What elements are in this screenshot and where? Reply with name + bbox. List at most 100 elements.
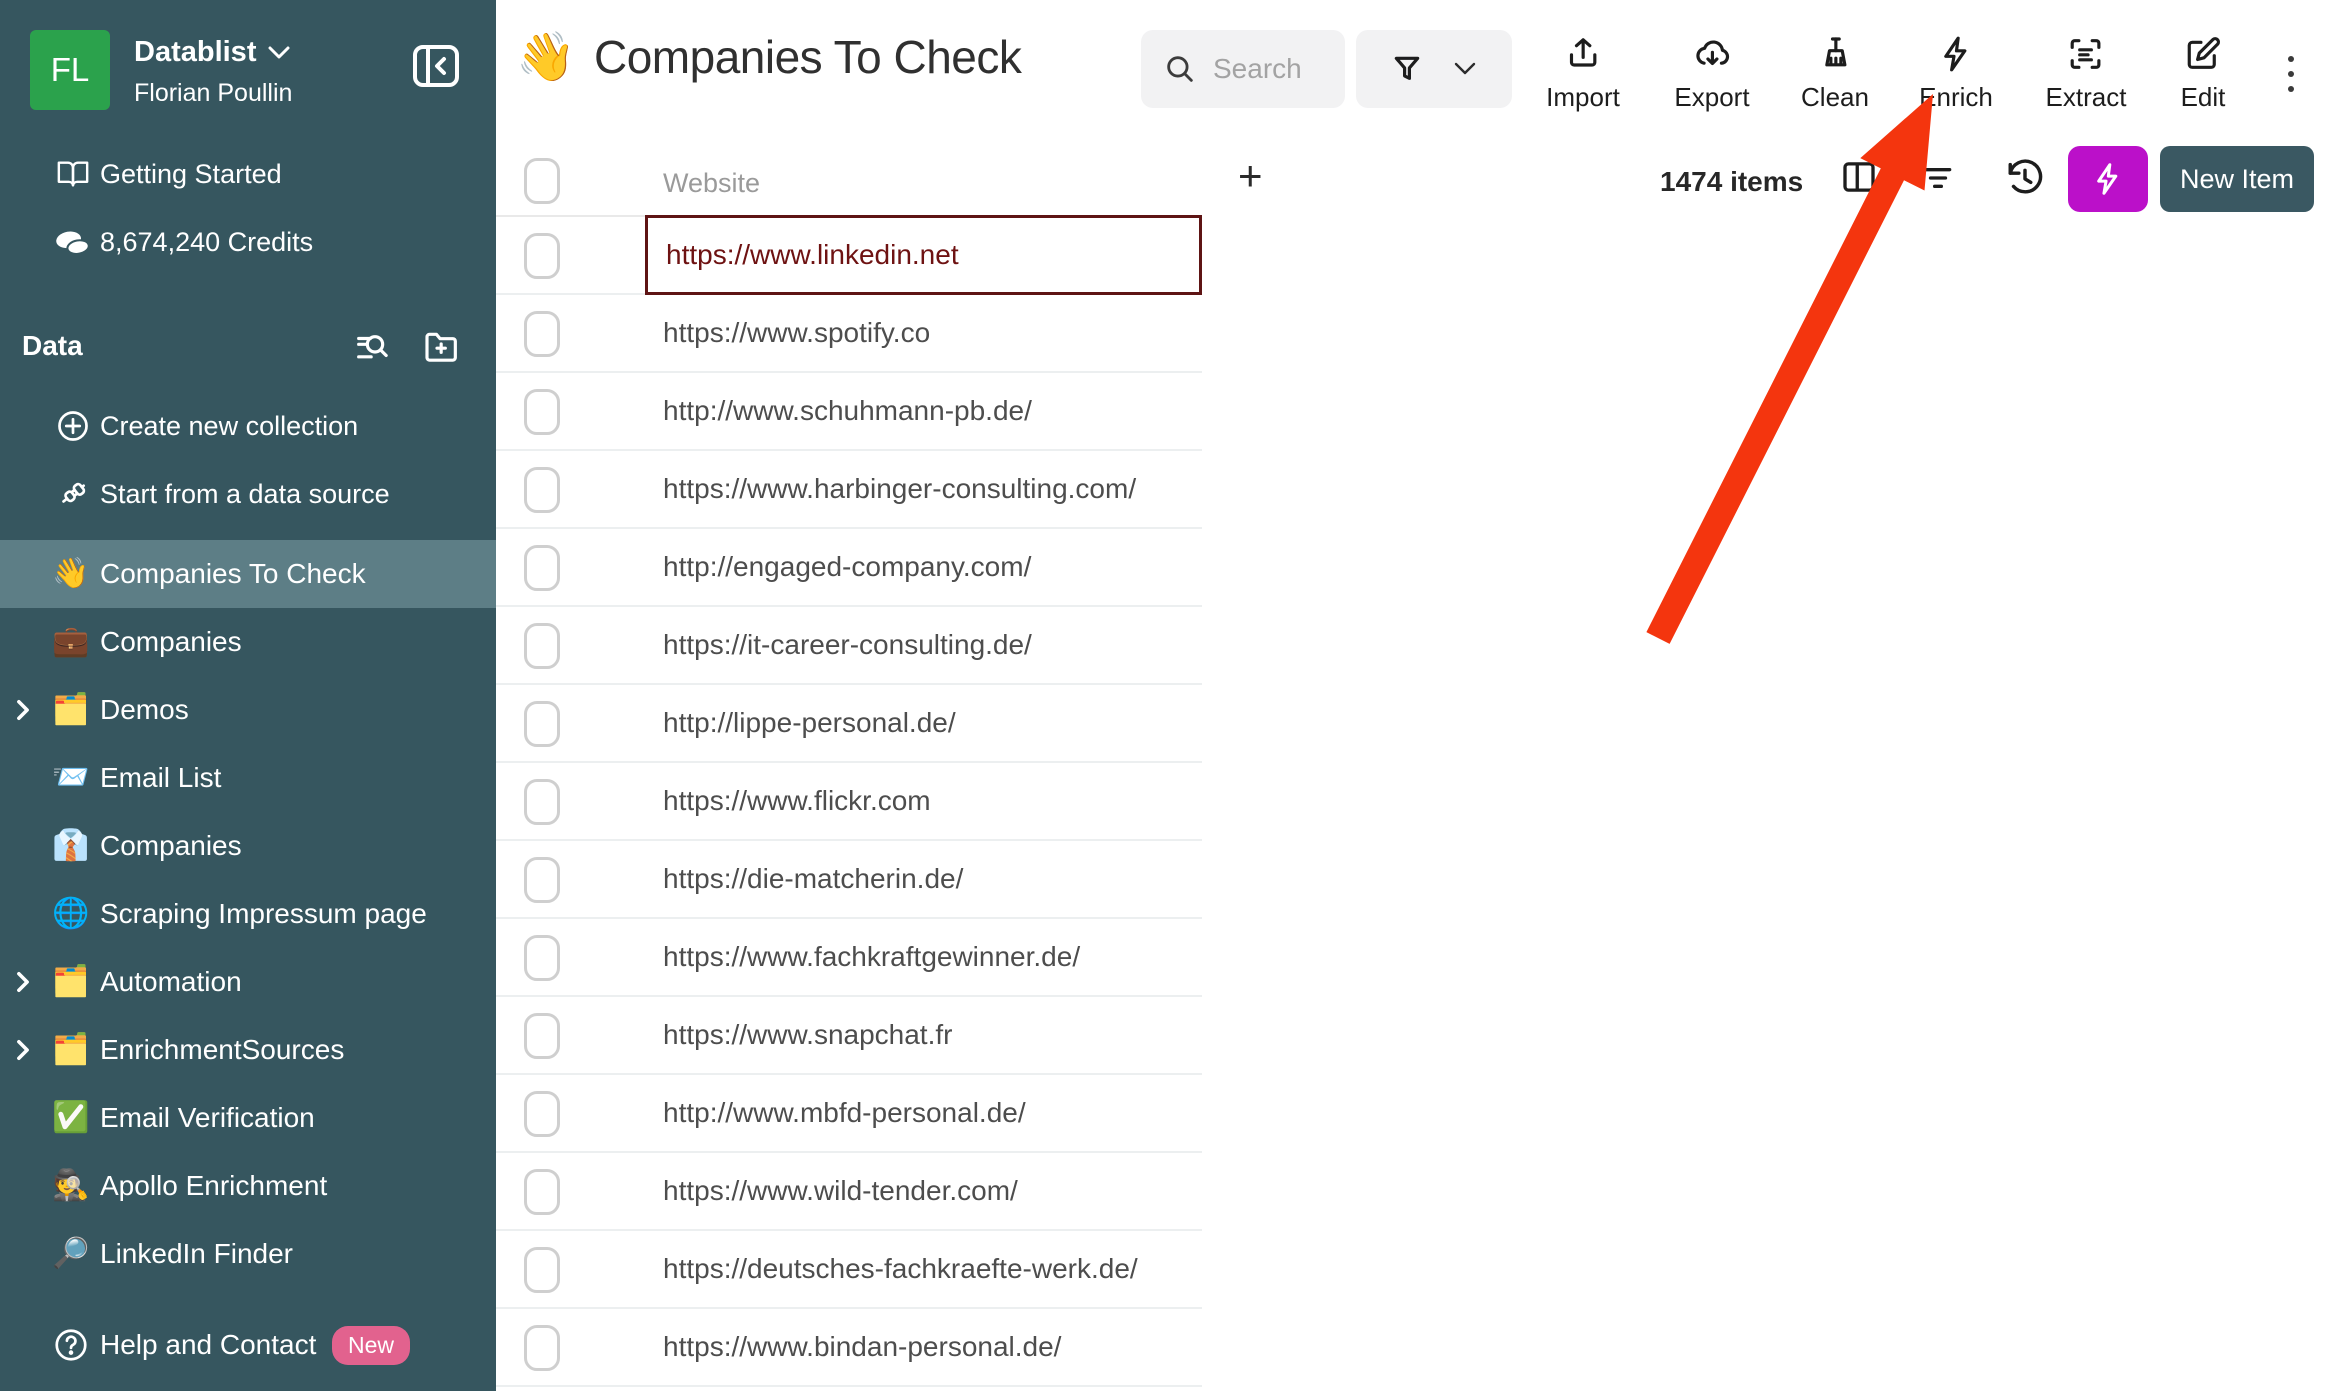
table-row: https://www.spotify.co <box>496 295 1202 373</box>
sidebar-item-email-verification[interactable]: ✅ Email Verification <box>0 1084 496 1152</box>
detective-emoji-icon: 🕵️ <box>52 1171 89 1201</box>
chevron-right-icon[interactable] <box>14 971 32 993</box>
table-row: https://www.snapchat.fr <box>496 997 1202 1075</box>
row-checkbox[interactable] <box>524 389 560 435</box>
question-circle-icon <box>52 1326 90 1364</box>
extract-button[interactable]: Extract <box>2046 34 2127 113</box>
website-cell[interactable]: https://deutsches-fachkraefte-werk.de/ <box>645 1231 1202 1307</box>
row-checkbox[interactable] <box>524 623 560 669</box>
website-cell[interactable]: http://www.schuhmann-pb.de/ <box>645 373 1202 449</box>
folder-tabs-emoji-icon: 🗂️ <box>52 695 89 725</box>
import-button[interactable]: Import <box>1546 34 1620 113</box>
website-cell[interactable]: https://www.bindan-personal.de/ <box>645 1309 1202 1385</box>
collection-label: Companies To Check <box>100 558 366 590</box>
sidebar-item-getting-started[interactable]: Getting Started <box>0 146 496 202</box>
row-checkbox[interactable] <box>524 1247 560 1293</box>
import-icon <box>1563 34 1603 74</box>
table-row: https://www.harbinger-consulting.com/ <box>496 451 1202 529</box>
columns-icon[interactable] <box>1838 156 1880 198</box>
website-cell[interactable]: https://www.spotify.co <box>645 295 1202 371</box>
website-cell[interactable]: http://lippe-personal.de/ <box>645 685 1202 761</box>
select-all-checkbox[interactable] <box>524 158 560 204</box>
history-icon[interactable] <box>2002 154 2048 200</box>
row-checkbox[interactable] <box>524 1325 560 1371</box>
row-checkbox[interactable] <box>524 1013 560 1059</box>
more-options-button[interactable] <box>2276 46 2306 102</box>
export-button[interactable]: Export <box>1674 34 1749 113</box>
website-cell[interactable]: http://www.mbfd-personal.de/ <box>645 1075 1202 1151</box>
clean-button[interactable]: Clean <box>1801 34 1869 113</box>
website-url: https://deutsches-fachkraefte-werk.de/ <box>663 1253 1138 1285</box>
row-checkbox[interactable] <box>524 779 560 825</box>
avatar-initials: FL <box>51 51 90 89</box>
row-checkbox[interactable] <box>524 1169 560 1215</box>
search-input[interactable] <box>1213 53 1333 85</box>
search-collections-icon[interactable] <box>352 326 392 366</box>
row-checkbox[interactable] <box>524 545 560 591</box>
row-checkbox[interactable] <box>524 701 560 747</box>
website-url: https://www.harbinger-consulting.com/ <box>663 473 1136 505</box>
website-cell[interactable]: https://www.fachkraftgewinner.de/ <box>645 919 1202 995</box>
website-url: https://www.linkedin.net <box>666 239 959 271</box>
row-checkbox[interactable] <box>524 467 560 513</box>
sidebar-item-credits[interactable]: 8,674,240 Credits <box>0 214 496 270</box>
sidebar-item-demos[interactable]: 🗂️ Demos <box>0 676 496 744</box>
enrich-button[interactable]: Enrich <box>1919 34 1993 113</box>
scan-text-icon <box>2066 34 2106 74</box>
workspace-switcher[interactable]: FL Datablist Florian Poullin <box>30 30 292 110</box>
lightning-icon <box>1936 34 1976 74</box>
sidebar-item-companies-to-check[interactable]: 👋 Companies To Check <box>0 540 496 608</box>
sort-list-icon[interactable] <box>1918 158 1958 198</box>
row-checkbox[interactable] <box>524 935 560 981</box>
red-arrow-annotation <box>1600 60 2000 680</box>
export-label: Export <box>1674 82 1749 113</box>
chevron-right-icon[interactable] <box>14 1039 32 1061</box>
chevron-right-icon[interactable] <box>14 699 32 721</box>
column-header-website[interactable]: Website <box>663 168 760 199</box>
start-data-source-button[interactable]: Start from a data source <box>0 466 496 522</box>
plug-icon <box>54 476 92 512</box>
sidebar-item-enrichmentsources[interactable]: 🗂️ EnrichmentSources <box>0 1016 496 1084</box>
envelope-emoji-icon: 📨 <box>52 763 89 793</box>
website-cell-selected[interactable]: https://www.linkedin.net <box>645 215 1202 295</box>
table-row: https://www.fachkraftgewinner.de/ <box>496 919 1202 997</box>
new-folder-icon[interactable] <box>422 326 462 366</box>
website-cell[interactable]: https://www.flickr.com <box>645 763 1202 839</box>
website-cell[interactable]: https://www.wild-tender.com/ <box>645 1153 1202 1229</box>
website-cell[interactable]: https://www.harbinger-consulting.com/ <box>645 451 1202 527</box>
row-checkbox[interactable] <box>524 857 560 903</box>
run-enrichment-button[interactable] <box>2068 146 2148 212</box>
datablist-app: FL Datablist Florian Poullin Getting <box>0 0 2336 1391</box>
funnel-icon <box>1391 53 1423 85</box>
row-checkbox[interactable] <box>524 311 560 357</box>
website-cell[interactable]: http://engaged-company.com/ <box>645 529 1202 605</box>
sidebar-collapse-icon[interactable] <box>412 44 460 88</box>
sidebar-item-companies-2[interactable]: 👔 Companies <box>0 812 496 880</box>
sidebar-item-automation[interactable]: 🗂️ Automation <box>0 948 496 1016</box>
sidebar-item-scraping-impressum[interactable]: 🌐 Scraping Impressum page <box>0 880 496 948</box>
row-checkbox[interactable] <box>524 233 560 279</box>
table-row: http://lippe-personal.de/ <box>496 685 1202 763</box>
website-cell[interactable]: https://die-matcherin.de/ <box>645 841 1202 917</box>
table-row: https://www.bindan-personal.de/ <box>496 1309 1202 1387</box>
website-url: http://engaged-company.com/ <box>663 551 1031 583</box>
search-icon <box>1163 52 1197 86</box>
website-cell[interactable]: https://www.snapchat.fr <box>645 997 1202 1073</box>
sidebar-item-email-list[interactable]: 📨 Email List <box>0 744 496 812</box>
sidebar-item-linkedin-finder[interactable]: 🔎 LinkedIn Finder <box>0 1220 496 1288</box>
help-and-contact[interactable]: Help and Contact New <box>0 1314 496 1376</box>
website-cell[interactable]: https://it-career-consulting.de/ <box>645 607 1202 683</box>
create-collection-button[interactable]: Create new collection <box>0 398 496 454</box>
search-box[interactable] <box>1141 30 1345 108</box>
sidebar-item-companies[interactable]: 💼 Companies <box>0 608 496 676</box>
filter-button[interactable] <box>1356 30 1512 108</box>
add-column-button[interactable]: + <box>1238 152 1263 200</box>
row-checkbox[interactable] <box>524 1091 560 1137</box>
edit-label: Edit <box>2181 82 2226 113</box>
chevron-down-icon <box>1453 61 1477 77</box>
new-item-button[interactable]: New Item <box>2160 146 2314 212</box>
sidebar-item-apollo-enrichment[interactable]: 🕵️ Apollo Enrichment <box>0 1152 496 1220</box>
edit-button[interactable]: Edit <box>2181 34 2226 113</box>
check-emoji-icon: ✅ <box>52 1103 89 1133</box>
user-name: Florian Poullin <box>134 79 292 108</box>
